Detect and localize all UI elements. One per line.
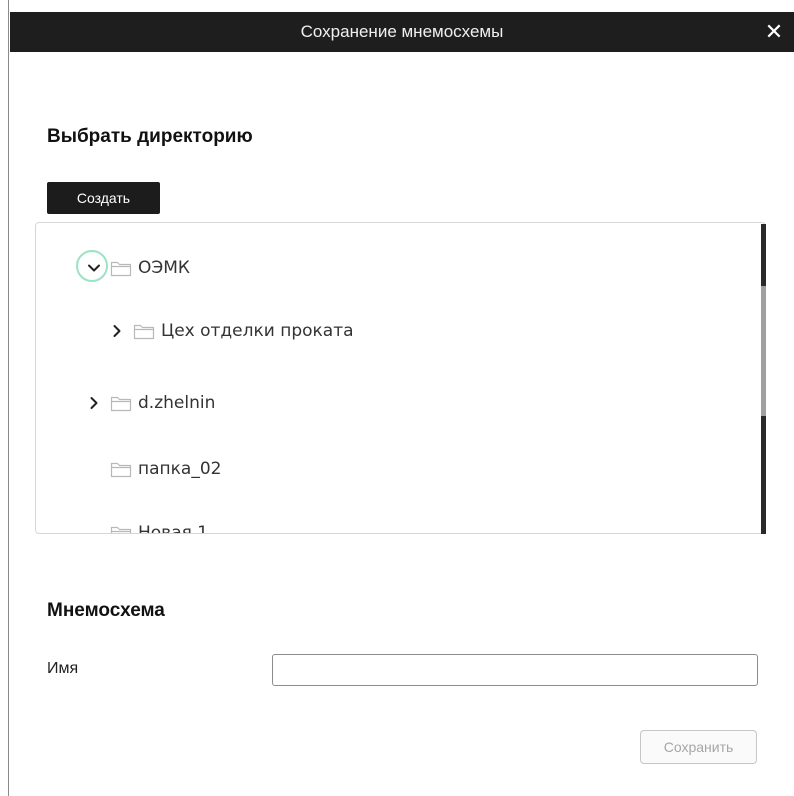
name-input[interactable] [272, 654, 758, 686]
tree-item-label: Цех отделки проката [161, 321, 354, 341]
chevron-spacer [84, 523, 104, 533]
dialog-left-border [8, 0, 9, 796]
tree-item[interactable]: Новая 1 [84, 515, 209, 534]
chevron-spacer [84, 459, 104, 479]
chevron-right-icon[interactable] [107, 321, 127, 341]
directory-tree: ОЭМК Цех отделки проката d.zhelnin папка… [35, 222, 766, 534]
create-folder-button[interactable]: Создать [47, 182, 160, 214]
tree-item[interactable]: d.zhelnin [84, 385, 215, 421]
chevron-down-icon[interactable] [76, 250, 108, 282]
dialog-titlebar: Сохранение мнемосхемы ✕ [10, 12, 794, 52]
directory-section-title: Выбрать директорию [47, 126, 253, 147]
tree-item[interactable]: Цех отделки проката [107, 313, 354, 349]
focus-ring [76, 250, 108, 282]
close-icon[interactable]: ✕ [760, 18, 788, 46]
save-button[interactable]: Сохранить [640, 730, 757, 764]
mnemo-section-title: Мнемосхема [47, 600, 165, 621]
folder-icon [110, 396, 132, 412]
dialog-title: Сохранение мнемосхемы [300, 22, 504, 41]
tree-item-label: Новая 1 [138, 523, 209, 534]
tree-item-label: папка_02 [138, 459, 222, 479]
tree-scrollbar-thumb[interactable] [761, 286, 766, 416]
folder-icon [110, 261, 132, 277]
name-field-label: Имя [47, 660, 79, 677]
tree-item[interactable]: папка_02 [84, 451, 221, 487]
tree-item-label: d.zhelnin [138, 393, 216, 413]
tree-item[interactable]: ОЭМК [76, 250, 190, 286]
folder-icon [110, 462, 132, 478]
folder-icon [133, 324, 155, 340]
chevron-right-icon[interactable] [84, 393, 104, 413]
folder-icon [110, 526, 132, 533]
tree-item-label: ОЭМК [138, 258, 190, 278]
